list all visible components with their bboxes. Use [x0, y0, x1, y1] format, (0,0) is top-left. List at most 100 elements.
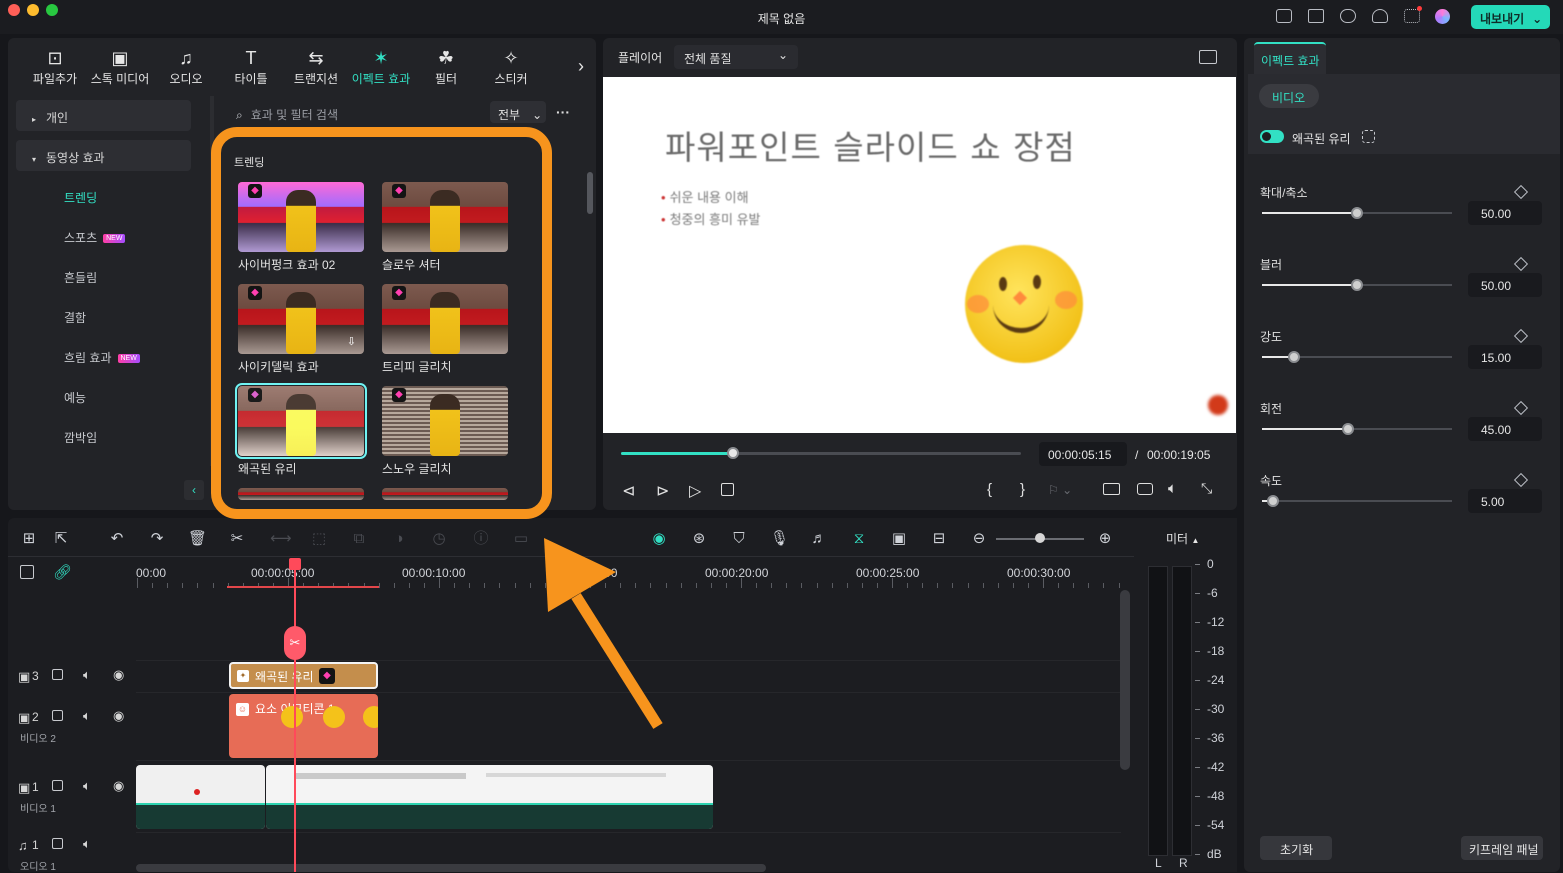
video-clip[interactable] [136, 765, 265, 829]
sidebar-section-video-effects[interactable]: ▾ 동영상 효과 [16, 140, 191, 171]
toolbar-item-3[interactable]: T 타이틀 [221, 48, 281, 87]
info-icon[interactable]: ⓘ [472, 530, 490, 548]
param-slider-knob[interactable] [1341, 423, 1354, 435]
snap-icon[interactable]: ⧖ [850, 530, 868, 548]
volume-icon[interactable]: 🔈︎ [1168, 480, 1177, 497]
param-slider[interactable] [1262, 279, 1452, 291]
sidebar-item-3[interactable]: 결함 [64, 309, 86, 326]
library-scrollbar[interactable] [587, 172, 593, 214]
record-voice-icon[interactable]: 🎙︎ [770, 530, 789, 548]
link-icon[interactable]: 🔗︎ [53, 563, 72, 581]
sidebar-item-2[interactable]: 흔들림 [64, 269, 97, 286]
pip-icon[interactable]: ▣ [890, 530, 908, 548]
sidebar-item-1[interactable]: 스포츠 NEW [64, 229, 126, 246]
zoom-out-icon[interactable]: ⊖ [970, 530, 988, 548]
color-icon[interactable]: ◑ [390, 530, 408, 548]
lock-icon[interactable] [52, 669, 63, 680]
quality-select[interactable]: 전체 품질 ⌄ [674, 45, 798, 69]
zoom-in-icon[interactable]: ⊕ [1096, 530, 1114, 548]
previous-frame-icon[interactable]: ⊲ [622, 481, 635, 501]
snapshot-view-icon[interactable] [1199, 50, 1217, 64]
lock-icon[interactable] [52, 780, 63, 791]
delete-icon[interactable]: 🗑︎ [188, 530, 207, 548]
playhead-handle[interactable] [289, 558, 301, 570]
keyframe-panel-button[interactable]: 키프레임 패널 [1461, 836, 1543, 860]
render-icon[interactable]: ⊛ [690, 530, 708, 548]
toolbar-item-4[interactable]: ⇆ 트랜지션 [286, 48, 346, 87]
profile-avatar[interactable] [1435, 9, 1450, 24]
lock-icon[interactable] [52, 838, 63, 849]
marker-icon[interactable]: ⛉ [730, 530, 748, 548]
timeline-hscroll[interactable] [136, 864, 766, 872]
display-icon[interactable] [1103, 483, 1120, 495]
sidebar-item-4[interactable]: 흐림 효과 NEW [64, 349, 140, 366]
sidebar-item-0[interactable]: 트렌딩 [64, 189, 97, 206]
mark-out-icon[interactable]: } [1020, 481, 1025, 498]
mark-in-icon[interactable]: { [987, 481, 992, 498]
undo-icon[interactable]: ↶ [108, 530, 126, 548]
sidebar-section-personal[interactable]: ▸ 개인 [16, 100, 191, 131]
param-slider[interactable] [1262, 423, 1452, 435]
apps-grid-icon[interactable] [1404, 9, 1420, 23]
music-icon[interactable]: ♬ [810, 530, 828, 548]
stop-icon[interactable] [721, 483, 734, 496]
trim-icon[interactable]: ⟷ [270, 530, 292, 548]
sticker-clip[interactable]: ☺ 요소 이모티콘 1 [229, 694, 378, 758]
next-frame-icon[interactable]: ⊳ [656, 481, 669, 501]
layout-icon[interactable]: ⊞ [20, 530, 38, 548]
reset-button[interactable]: 초기화 [1260, 836, 1332, 860]
redo-icon[interactable]: ↷ [148, 530, 166, 548]
cloud-upload-icon[interactable] [1340, 9, 1356, 23]
toolbar-item-5[interactable]: ✶ 이펙트 효과 [351, 48, 411, 87]
subtab-video[interactable]: 비디오 [1259, 84, 1319, 108]
crop-icon[interactable]: ⬚ [310, 530, 328, 548]
camera-icon[interactable] [1137, 483, 1153, 495]
param-slider[interactable] [1262, 495, 1452, 507]
speaker-icon[interactable]: 🔈︎ [83, 778, 91, 794]
speaker-icon[interactable]: 🔈︎ [83, 836, 91, 852]
zoom-slider-knob[interactable] [1035, 533, 1045, 543]
speaker-icon[interactable]: 🔈︎ [83, 708, 91, 724]
freeze-icon[interactable]: ▭ [512, 530, 530, 548]
headset-icon[interactable] [1372, 9, 1388, 23]
effect-clip[interactable]: ✦ 왜곡된 유리 ◆ [229, 662, 378, 689]
toolbar-more-button[interactable]: › [578, 56, 584, 77]
param-slider[interactable] [1262, 351, 1452, 363]
progress-knob[interactable] [727, 447, 739, 459]
speaker-icon[interactable]: 🔈︎ [83, 667, 91, 683]
effect-toggle[interactable] [1260, 130, 1284, 143]
sidebar-item-6[interactable]: 깜박임 [64, 429, 97, 446]
effect-settings-icon[interactable] [1362, 130, 1375, 143]
video-clip[interactable] [266, 765, 713, 829]
toolbar-item-2[interactable]: ♫ 오디오 [156, 48, 216, 87]
param-slider-knob[interactable] [1351, 279, 1363, 291]
speed-icon[interactable]: ◷ [430, 530, 448, 548]
add-track-icon[interactable] [20, 565, 34, 579]
search-input[interactable]: ⌕ 효과 및 필터 검색 [228, 100, 488, 124]
toolbar-item-0[interactable]: ⊡ 파일추가 [25, 48, 85, 87]
param-value-input[interactable]: 15.00 [1468, 345, 1542, 369]
export-button[interactable]: 내보내기 ⌄ [1471, 5, 1550, 29]
param-value-input[interactable]: 5.00 [1468, 489, 1542, 513]
eye-icon[interactable]: ◉ [113, 708, 124, 724]
toolbar-item-1[interactable]: ▣ 스톡 미디어 [90, 48, 150, 87]
param-slider[interactable] [1262, 207, 1452, 219]
split-scissors-icon[interactable]: ✂ [284, 626, 306, 660]
mask-icon[interactable]: ⧉ [350, 530, 368, 548]
param-value-input[interactable]: 50.00 [1468, 273, 1542, 297]
param-slider-knob[interactable] [1351, 207, 1363, 219]
lock-icon[interactable] [52, 710, 63, 721]
playback-progress[interactable] [621, 447, 1021, 459]
tab-effects[interactable]: 이펙트 효과 [1254, 42, 1326, 74]
more-options-button[interactable]: ··· [556, 104, 570, 120]
meter-label[interactable]: 미터 ▲ [1166, 530, 1199, 547]
eye-icon[interactable]: ◉ [113, 667, 124, 683]
split-icon[interactable]: ✂ [228, 530, 246, 548]
marker-dropdown-icon[interactable]: ⚐ ⌄ [1048, 483, 1072, 497]
eye-icon[interactable]: ◉ [113, 778, 124, 794]
layout-icon[interactable] [1276, 9, 1292, 23]
toolbar-item-7[interactable]: ✧ 스티커 [481, 48, 541, 87]
collapse-sidebar-button[interactable]: ‹ [184, 480, 204, 500]
sidebar-item-5[interactable]: 예능 [64, 389, 86, 406]
param-value-input[interactable]: 45.00 [1468, 417, 1542, 441]
